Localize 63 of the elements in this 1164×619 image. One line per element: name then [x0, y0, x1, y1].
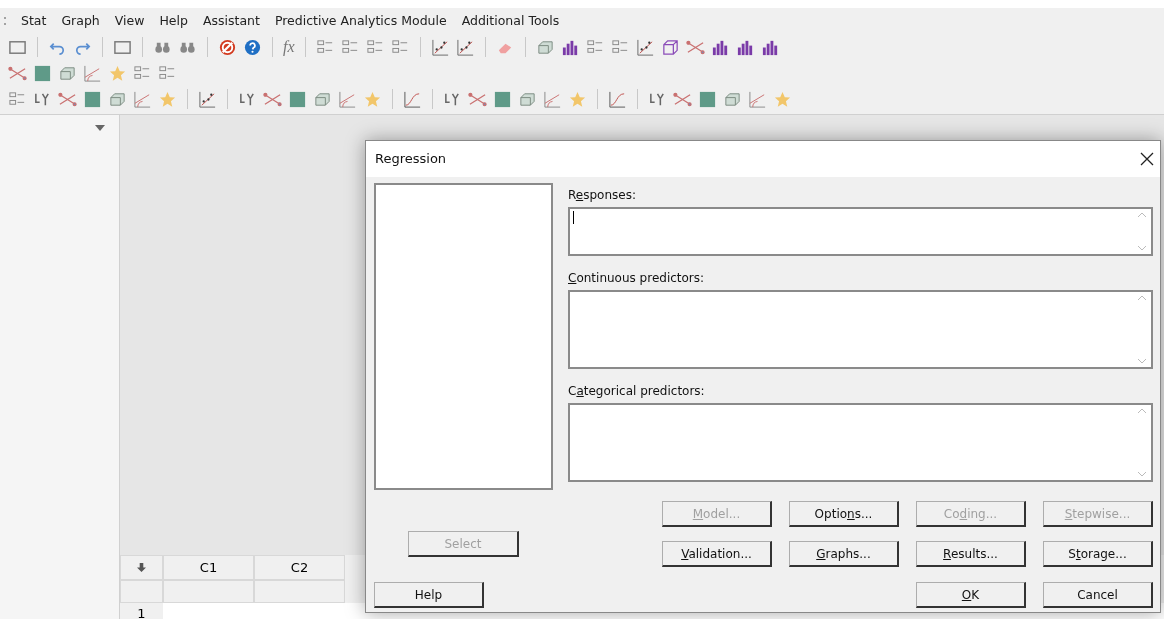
curve-plot-icon[interactable] [403, 89, 422, 109]
contour-icon[interactable] [338, 89, 357, 109]
contour-icon[interactable] [748, 89, 767, 109]
menu-item[interactable]: Graph [61, 11, 100, 31]
field-label: Responses: [568, 187, 637, 204]
contour-icon[interactable] [543, 89, 562, 109]
scatter-plot-icon[interactable] [635, 37, 655, 57]
text-cursor [573, 211, 574, 224]
close-icon[interactable] [1140, 152, 1154, 166]
scatter-plot-icon[interactable] [430, 37, 450, 57]
help-icon[interactable] [243, 37, 262, 57]
surface-icon[interactable] [493, 89, 512, 109]
contour-icon[interactable] [83, 63, 102, 83]
menu-item[interactable]: Help [159, 11, 188, 31]
scatter-plot-icon[interactable] [455, 37, 475, 57]
dialog-title: Regression [375, 150, 447, 169]
scroll-down-icon[interactable] [1137, 358, 1147, 364]
menu-item[interactable]: View [114, 11, 145, 31]
variable-list[interactable] [374, 183, 553, 490]
dropdown-caret-icon[interactable] [95, 125, 105, 131]
cube-icon[interactable] [660, 37, 680, 57]
menu-item[interactable]: Assistant [202, 11, 260, 31]
dialog-button[interactable]: Graphs... [789, 541, 899, 567]
row-number: 1 [120, 603, 163, 619]
input-field[interactable] [568, 207, 1153, 256]
menu-item[interactable]: Predictive Analytics Module [274, 11, 447, 31]
input-field[interactable] [568, 403, 1153, 482]
dialog-button[interactable]: Options... [789, 501, 899, 527]
down-arrow-icon[interactable] [137, 563, 146, 572]
scatter-plot-icon[interactable] [198, 89, 217, 109]
input-field[interactable] [568, 290, 1153, 369]
cancel-button[interactable]: Cancel [1043, 582, 1153, 608]
field-label: Categorical predictors: [568, 383, 706, 400]
star-icon[interactable] [773, 89, 792, 109]
surface-icon[interactable] [698, 89, 717, 109]
surface-icon[interactable] [33, 63, 52, 83]
ok-button[interactable]: OK [916, 582, 1026, 608]
star-icon[interactable] [568, 89, 587, 109]
field-label: Continuous predictors: [568, 270, 706, 287]
star-icon[interactable] [158, 89, 177, 109]
menu-item[interactable]: Stat [21, 11, 47, 31]
curve-plot-icon[interactable] [608, 89, 627, 109]
star-icon[interactable] [363, 89, 382, 109]
scroll-up-icon[interactable] [1137, 408, 1147, 414]
star-icon[interactable] [108, 63, 127, 83]
help-button[interactable]: Help [374, 582, 484, 608]
scroll-up-icon[interactable] [1137, 295, 1147, 301]
contour-icon[interactable] [133, 89, 152, 109]
column-header[interactable]: C2 [254, 555, 345, 580]
scroll-up-icon[interactable] [1137, 212, 1147, 218]
surface-icon[interactable] [288, 89, 307, 109]
table-cell[interactable] [163, 580, 254, 603]
table-cell[interactable] [254, 580, 345, 603]
scroll-down-icon[interactable] [1137, 471, 1147, 477]
dialog-button[interactable]: Validation... [662, 541, 772, 567]
dialog-button[interactable]: Results... [916, 541, 1026, 567]
column-header[interactable]: C1 [163, 555, 254, 580]
menu-item[interactable]: Additional Tools [461, 11, 560, 31]
stop-icon[interactable] [218, 37, 237, 57]
dialog-button[interactable]: Storage... [1043, 541, 1153, 567]
scroll-down-icon[interactable] [1137, 245, 1147, 251]
surface-icon[interactable] [83, 89, 102, 109]
formula-button[interactable]: fx [283, 35, 295, 59]
